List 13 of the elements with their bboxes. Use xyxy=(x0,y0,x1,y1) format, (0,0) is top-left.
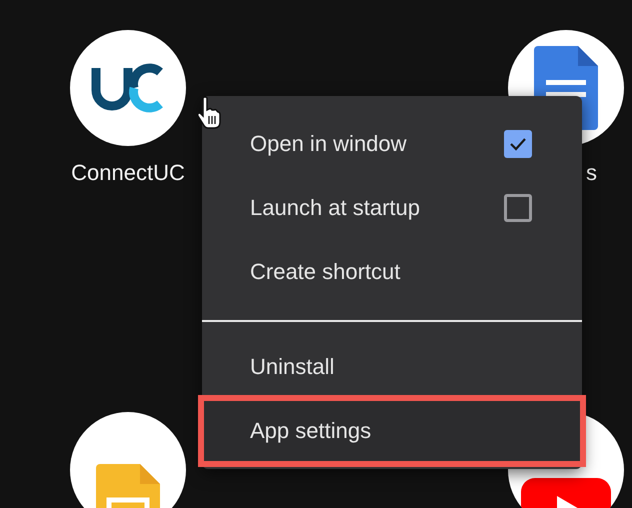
app-label: s xyxy=(586,160,597,186)
menu-item-label: Open in window xyxy=(250,131,407,157)
menu-item[interactable]: App settings xyxy=(202,399,582,463)
checkbox[interactable] xyxy=(504,194,532,222)
checkbox[interactable] xyxy=(504,130,532,158)
menu-item[interactable]: Launch at startup xyxy=(202,176,582,240)
hand-cursor-icon xyxy=(196,96,222,130)
menu-item[interactable]: Uninstall xyxy=(202,335,582,399)
app-label: ConnectUC xyxy=(71,160,185,186)
menu-item[interactable]: Create shortcut xyxy=(202,240,582,304)
menu-item-label: Launch at startup xyxy=(250,195,420,221)
check-icon xyxy=(509,137,527,151)
menu-item[interactable]: Open in window xyxy=(202,112,582,176)
